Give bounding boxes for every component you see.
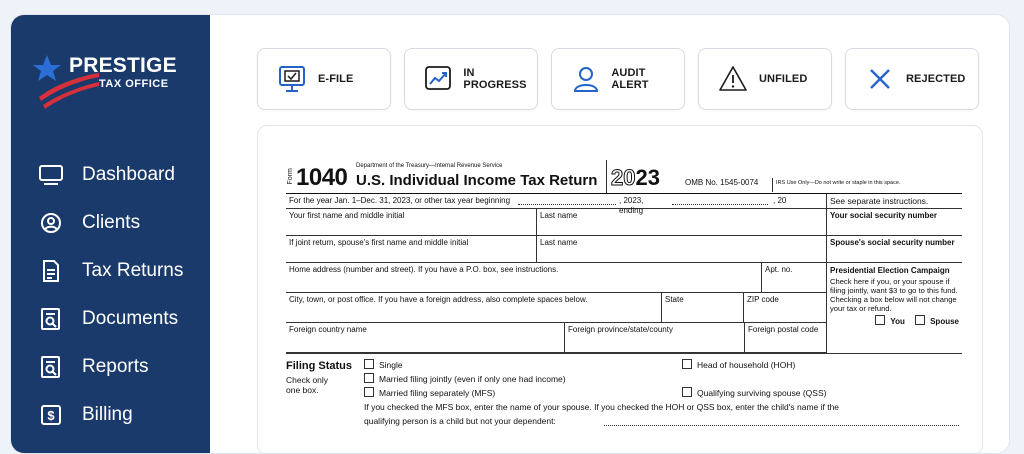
status-chip-label: UNFILED [759,73,808,85]
pec-spouse-checkbox[interactable] [915,315,926,326]
sidebar-item-reports[interactable]: Reports [11,343,210,391]
tax-year-20-label: , 20 [773,196,787,205]
main-content: E-FILE IN PROGRESS AUDIT ALERT UNFILED R… [210,15,1009,453]
tax-year-ending-label: , 2023, ending [619,196,644,215]
warning-triangle-icon [717,63,749,95]
status-chip-efile[interactable]: E-FILE [257,48,391,110]
status-chip-rejected[interactable]: REJECTED [845,48,979,110]
svg-text:$: $ [47,408,55,423]
sidebar-item-tax-returns[interactable]: Tax Returns [11,247,210,295]
pec-you-checkbox[interactable] [875,315,886,326]
qss-checkbox[interactable] [682,387,692,397]
check-only-note: Check only one box. [286,375,329,395]
sidebar-item-label: Reports [82,356,149,377]
status-chip-label: E-FILE [318,73,354,85]
spouse-last-name-field[interactable]: Last name [536,236,826,262]
spouse-first-name-field[interactable]: If joint return, spouse's first name and… [286,236,536,262]
form-label: Form [286,168,294,185]
brand-name: PRESTIGE [69,54,177,77]
city-field[interactable]: City, town, or post office. If you have … [286,293,661,322]
sidebar-nav: Dashboard Clients Tax Returns Documents [11,151,210,439]
status-chip-label: REJECTED [906,73,966,85]
form-number: 1040 [296,164,348,191]
filing-status-note-2: qualifying person is a child but not you… [364,416,556,426]
sidebar-item-dashboard[interactable]: Dashboard [11,151,210,199]
ssn-field[interactable]: Your social security number [826,209,962,235]
status-chip-in-progress[interactable]: IN PROGRESS [404,48,538,110]
tax-year-begin-field[interactable] [518,194,616,205]
filing-status-section: Filing Status Check only one box. Single… [286,353,962,443]
form-1040: Form 1040 Department of the Treasury—Int… [286,160,962,443]
qualifying-person-field[interactable] [604,425,959,426]
sidebar-item-label: Tax Returns [82,260,184,281]
report-search-icon [37,355,65,379]
home-address-field[interactable]: Home address (number and street). If you… [286,263,761,292]
single-checkbox[interactable] [364,359,374,369]
sidebar-item-billing[interactable]: $ Billing [11,391,210,439]
dollar-bill-icon: $ [37,403,65,427]
status-chip-label: AUDIT ALERT [611,67,649,91]
app-window: PRESTIGE TAX OFFICE Dashboard Clients Ta… [10,14,1010,454]
sidebar-item-label: Billing [82,404,133,425]
state-field[interactable]: State [661,293,743,322]
status-chip-label: IN PROGRESS [463,67,527,91]
brand-logo[interactable]: PRESTIGE TAX OFFICE [33,53,193,113]
document-lines-icon [37,259,65,283]
filing-status-note: If you checked the MFS box, enter the na… [364,402,840,412]
form-title: U.S. Individual Income Tax Return [356,171,598,189]
form-header: Form 1040 Department of the Treasury—Int… [286,160,962,194]
tax-year-label: For the year Jan. 1–Dec. 31, 2023, or ot… [289,196,511,205]
person-icon [570,63,601,95]
first-name-field[interactable]: Your first name and middle initial [286,209,536,235]
form-year: 2023 [606,160,676,193]
document-search-icon [37,307,65,331]
presidential-election-campaign: Presidential Election Campaign Check her… [826,263,962,353]
monitor-icon [37,163,65,187]
foreign-postal-field[interactable]: Foreign postal code [744,323,826,352]
tax-year-end-field[interactable] [672,194,768,205]
sidebar-item-documents[interactable]: Documents [11,295,210,343]
sidebar-item-clients[interactable]: Clients [11,199,210,247]
user-circle-icon [37,211,65,235]
zip-field[interactable]: ZIP code [743,293,826,322]
status-chip-audit-alert[interactable]: AUDIT ALERT [551,48,685,110]
sidebar-item-label: Documents [82,308,179,329]
sidebar: PRESTIGE TAX OFFICE Dashboard Clients Ta… [11,15,210,453]
last-name-field[interactable]: Last name [536,209,826,235]
mfs-checkbox[interactable] [364,387,374,397]
form-department: Department of the Treasury—Internal Reve… [356,163,503,169]
status-filter-row: E-FILE IN PROGRESS AUDIT ALERT UNFILED R… [257,48,979,110]
spouse-ssn-field[interactable]: Spouse's social security number [826,236,962,262]
foreign-country-field[interactable]: Foreign country name [286,323,564,352]
x-icon [864,63,896,95]
status-chip-unfiled[interactable]: UNFILED [698,48,832,110]
foreign-province-field[interactable]: Foreign province/state/county [564,323,744,352]
document-preview[interactable]: Form 1040 Department of the Treasury—Int… [257,125,983,453]
hoh-checkbox[interactable] [682,359,692,369]
sidebar-item-label: Dashboard [82,164,175,185]
see-instructions: See separate instructions. [826,194,962,208]
mfj-checkbox[interactable] [364,373,374,383]
irs-use-note: IRS Use Only—Do not write or staple in t… [772,178,962,192]
brand-subtitle: TAX OFFICE [99,78,169,90]
computer-check-icon [276,63,308,95]
sidebar-item-label: Clients [82,212,141,233]
trend-chart-icon [423,63,453,95]
filing-status-title: Filing Status [286,360,352,372]
apt-field[interactable]: Apt. no. [761,263,826,292]
